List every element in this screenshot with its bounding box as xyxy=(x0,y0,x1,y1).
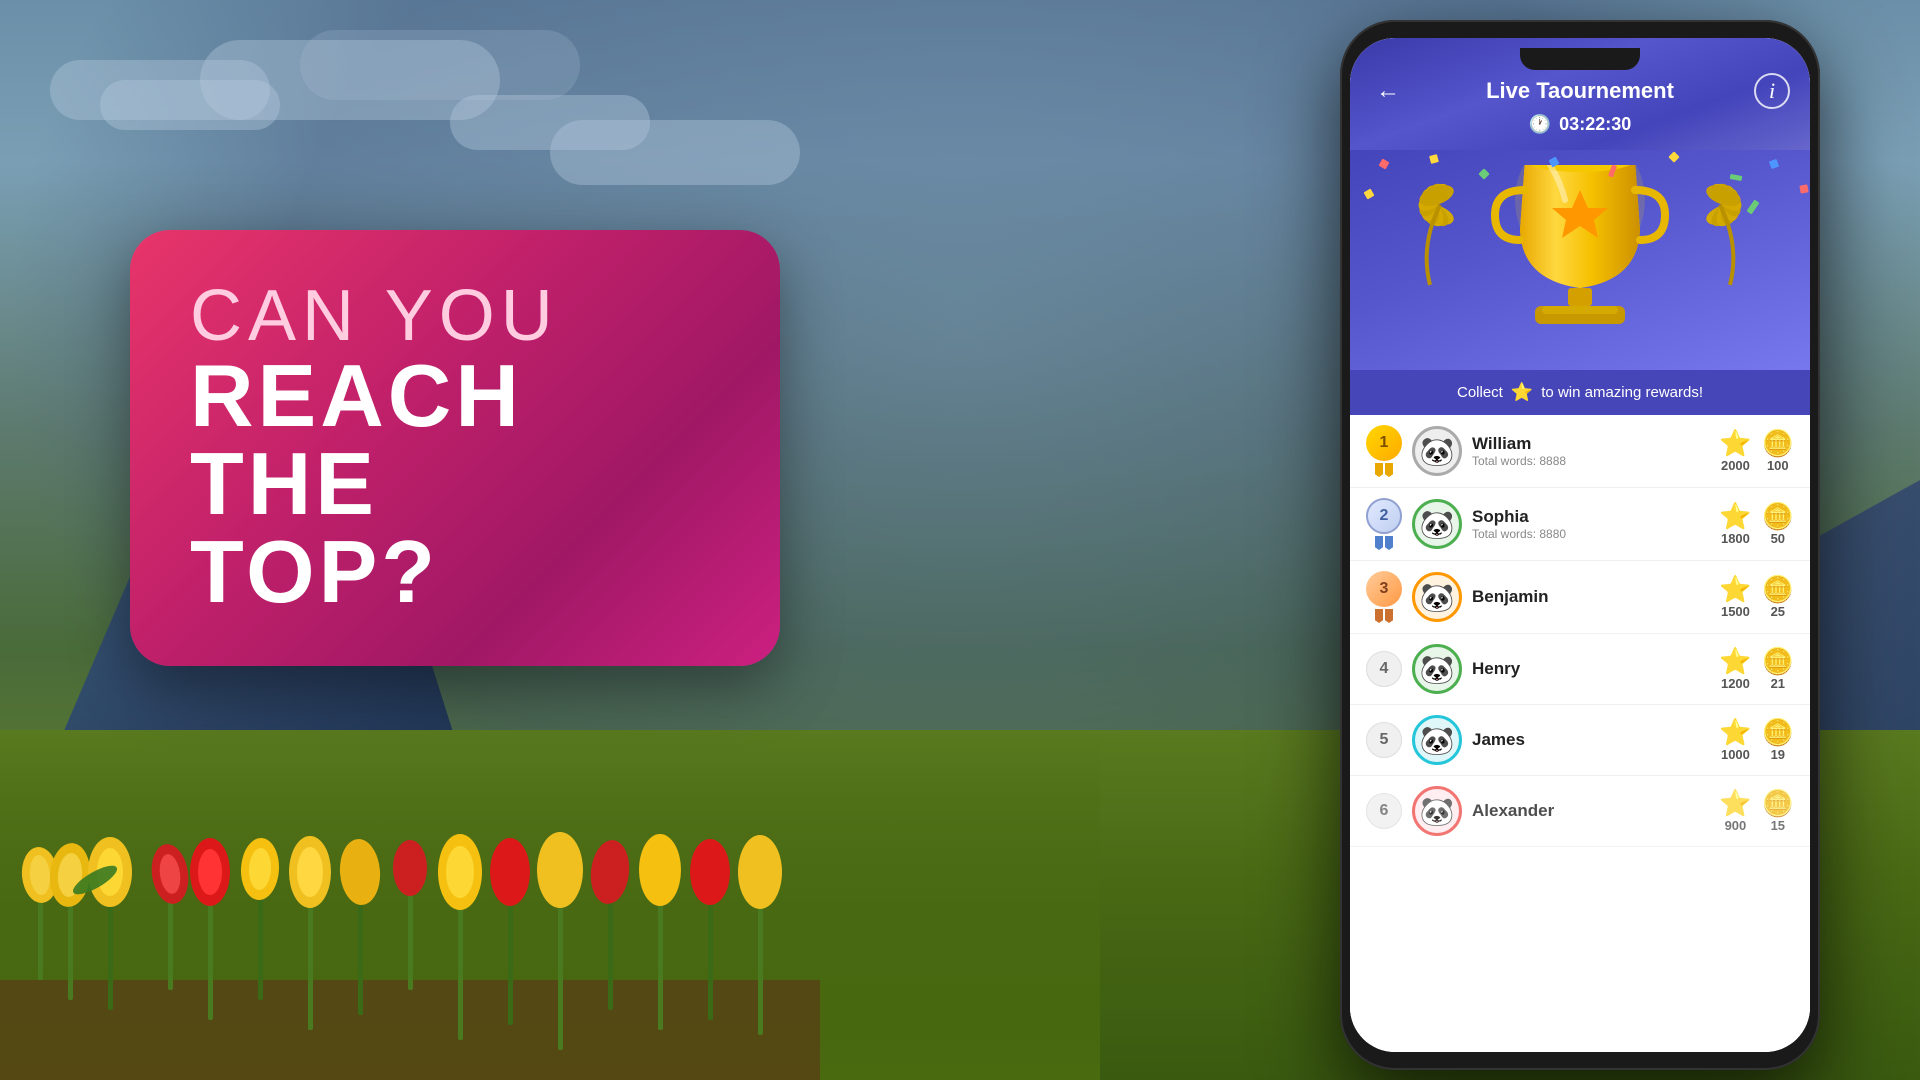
score-num-6: 900 xyxy=(1725,818,1747,833)
coin-num-5: 19 xyxy=(1771,747,1785,762)
coin-num-3: 25 xyxy=(1771,604,1785,619)
player-name-benjamin: Benjamin xyxy=(1472,587,1709,607)
coin-icon-5: 🪙 xyxy=(1762,719,1794,745)
phone-body: ← Live Taournement i 🕐 03:22:30 xyxy=(1340,20,1820,1070)
cloud-6 xyxy=(300,30,580,100)
star-icon-2: ⭐ xyxy=(1719,503,1751,529)
score-num-2: 1800 xyxy=(1721,531,1750,546)
player-name-alexander: Alexander xyxy=(1472,801,1709,821)
info-button[interactable]: i xyxy=(1754,73,1790,109)
timer-row: 🕐 03:22:30 xyxy=(1370,114,1790,135)
score-benjamin: ⭐ 1500 xyxy=(1719,576,1751,619)
promo-line1: CAN YOU xyxy=(190,280,559,352)
coin-num-1: 100 xyxy=(1767,458,1789,473)
leader-row-5: 5 🐼 James ⭐ 1000 🪙 19 xyxy=(1350,705,1810,776)
app-title: Live Taournement xyxy=(1406,78,1754,104)
leader-row-3: 3 🐼 Benjamin ⭐ 1500 xyxy=(1350,561,1810,634)
leader-row-1: 1 🐼 William Total words: 8888 xyxy=(1350,415,1810,488)
coin-num-2: 50 xyxy=(1771,531,1785,546)
collect-text-before: Collect xyxy=(1457,384,1503,401)
timer-icon: 🕐 xyxy=(1529,114,1551,135)
coin-num-4: 21 xyxy=(1771,676,1785,691)
coin-icon-2: 🪙 xyxy=(1762,503,1794,529)
coin-icon-6: 🪙 xyxy=(1762,790,1794,816)
app-content: ← Live Taournement i 🕐 03:22:30 xyxy=(1350,38,1810,1052)
leader-row-2: 2 🐼 Sophia Total words: 8880 xyxy=(1350,488,1810,561)
player-info-sophia: Sophia Total words: 8880 xyxy=(1472,507,1709,541)
timer-value: 03:22:30 xyxy=(1559,114,1631,135)
back-button[interactable]: ← xyxy=(1370,73,1406,109)
player-info-alexander: Alexander xyxy=(1472,801,1709,821)
trophy-svg xyxy=(1390,165,1770,345)
trophy-area xyxy=(1350,150,1810,370)
coins-james: 🪙 19 xyxy=(1762,719,1794,762)
player-words-sophia: Total words: 8880 xyxy=(1472,527,1709,541)
coin-num-6: 15 xyxy=(1771,818,1785,833)
score-william: ⭐ 2000 xyxy=(1719,430,1751,473)
coins-alexander: 🪙 15 xyxy=(1762,790,1794,833)
player-words-william: Total words: 8888 xyxy=(1472,454,1709,468)
cloud-3 xyxy=(100,80,280,130)
rank-badge-5: 5 xyxy=(1366,722,1402,758)
leader-row-4: 4 🐼 Henry ⭐ 1200 🪙 21 xyxy=(1350,634,1810,705)
collect-star-icon: ⭐ xyxy=(1511,382,1533,403)
coin-icon-1: 🪙 xyxy=(1762,430,1794,456)
promo-line2: REACH THE xyxy=(190,352,720,528)
score-num-1: 2000 xyxy=(1721,458,1750,473)
collect-text-after: to win amazing rewards! xyxy=(1541,384,1703,401)
leader-row-6: 6 🐼 Alexander ⭐ 900 🪙 15 xyxy=(1350,776,1810,847)
player-info-james: James xyxy=(1472,730,1709,750)
phone-screen: ← Live Taournement i 🕐 03:22:30 xyxy=(1350,38,1810,1052)
star-icon-6: ⭐ xyxy=(1719,790,1751,816)
rank-badge-4: 4 xyxy=(1366,651,1402,687)
star-icon-3: ⭐ xyxy=(1719,576,1751,602)
rank-badge-1: 1 xyxy=(1366,425,1402,461)
player-name-sophia: Sophia xyxy=(1472,507,1709,527)
phone-notch xyxy=(1520,48,1640,70)
score-num-5: 1000 xyxy=(1721,747,1750,762)
avatar-sophia: 🐼 xyxy=(1412,499,1462,549)
score-james: ⭐ 1000 xyxy=(1719,719,1751,762)
player-info-benjamin: Benjamin xyxy=(1472,587,1709,607)
coin-icon-4: 🪙 xyxy=(1762,648,1794,674)
avatar-benjamin: 🐼 xyxy=(1412,572,1462,622)
rank-badge-6: 6 xyxy=(1366,793,1402,829)
coins-william: 🪙 100 xyxy=(1762,430,1794,473)
player-info-william: William Total words: 8888 xyxy=(1472,434,1709,468)
avatar-henry: 🐼 xyxy=(1412,644,1462,694)
player-name-william: William xyxy=(1472,434,1709,454)
coins-henry: 🪙 21 xyxy=(1762,648,1794,691)
score-num-3: 1500 xyxy=(1721,604,1750,619)
player-info-henry: Henry xyxy=(1472,659,1709,679)
coins-sophia: 🪙 50 xyxy=(1762,503,1794,546)
avatar-william: 🐼 xyxy=(1412,426,1462,476)
promo-box: CAN YOU REACH THE TOP? xyxy=(130,230,780,666)
star-icon-1: ⭐ xyxy=(1719,430,1751,456)
avatar-james: 🐼 xyxy=(1412,715,1462,765)
cloud-5 xyxy=(450,95,650,150)
star-icon-5: ⭐ xyxy=(1719,719,1751,745)
leaderboard: 1 🐼 William Total words: 8888 xyxy=(1350,415,1810,1052)
coins-benjamin: 🪙 25 xyxy=(1762,576,1794,619)
star-icon-4: ⭐ xyxy=(1719,648,1751,674)
player-name-henry: Henry xyxy=(1472,659,1709,679)
avatar-alexander: 🐼 xyxy=(1412,786,1462,836)
coin-icon-3: 🪙 xyxy=(1762,576,1794,602)
tulip-area xyxy=(0,730,1100,1080)
rank-badge-3: 3 xyxy=(1366,571,1402,607)
player-name-james: James xyxy=(1472,730,1709,750)
promo-panel: CAN YOU REACH THE TOP? xyxy=(130,230,780,630)
collect-bar: Collect ⭐ to win amazing rewards! xyxy=(1350,370,1810,415)
score-alexander: ⭐ 900 xyxy=(1719,790,1751,833)
promo-line3: TOP? xyxy=(190,528,439,616)
score-num-4: 1200 xyxy=(1721,676,1750,691)
header-nav: ← Live Taournement i xyxy=(1370,73,1790,109)
score-sophia: ⭐ 1800 xyxy=(1719,503,1751,546)
rank-badge-2: 2 xyxy=(1366,498,1402,534)
phone-device: ← Live Taournement i 🕐 03:22:30 xyxy=(1340,20,1820,1070)
trophy-container xyxy=(1390,165,1770,345)
score-henry: ⭐ 1200 xyxy=(1719,648,1751,691)
